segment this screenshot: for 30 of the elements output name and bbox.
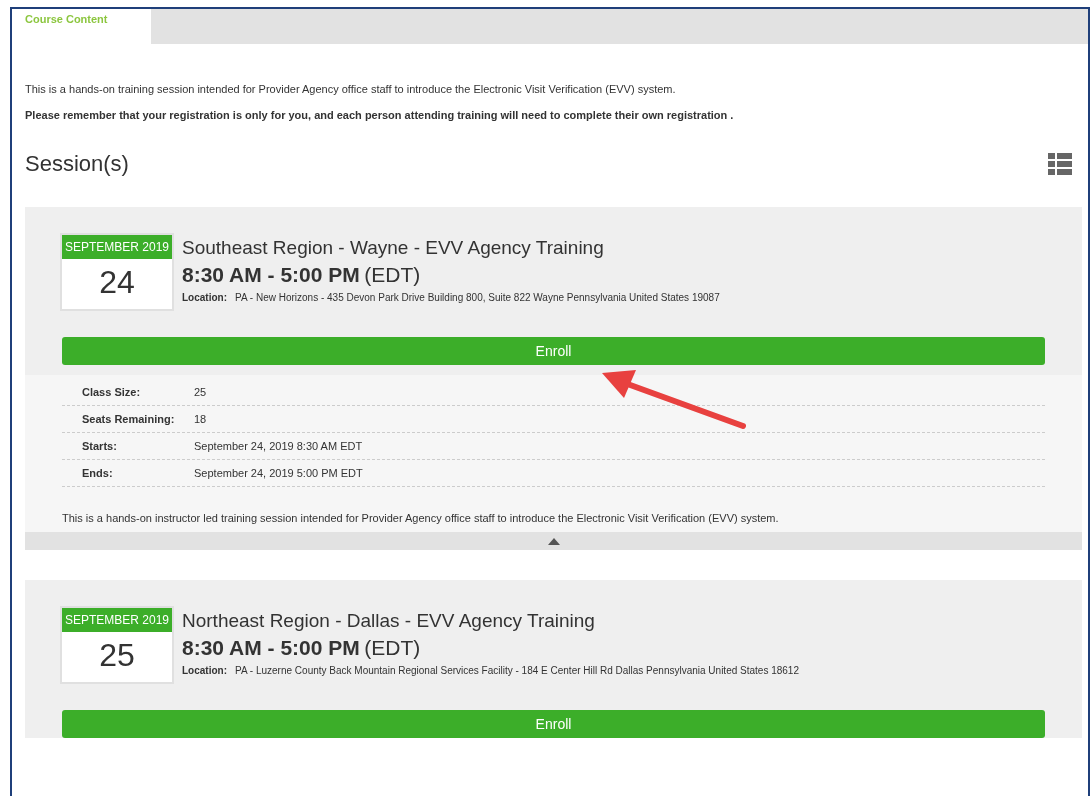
date-month: SEPTEMBER 2019 <box>62 235 172 259</box>
location-label: Location: <box>182 292 227 303</box>
location-text: PA - Luzerne County Back Mountain Regional Services Facility - 184 E Center Hill Rd Dallas Pennsylvania United States 18612 <box>235 665 799 676</box>
date-day: 25 <box>62 632 172 682</box>
detail-value: 18 <box>194 413 207 425</box>
detail-label: Starts: <box>82 440 118 452</box>
detail-label: Ends: <box>82 467 114 479</box>
time-zone: (EDT) <box>364 636 421 659</box>
time-zone: (EDT) <box>364 263 421 286</box>
detail-value: 25 <box>194 386 207 398</box>
session-title: Northeast Region - Dallas - EVV Agency Training <box>182 610 596 632</box>
detail-value: September 24, 2019 5:00 PM EDT <box>194 467 363 479</box>
date-month: SEPTEMBER 2019 <box>62 608 172 632</box>
session-description: This is a hands-on instructor led training session intended for Provider Agency office staff to introduce the Electronic Visit Verification (EVV) system. <box>62 512 780 524</box>
sessions-heading: Session(s) <box>25 151 129 177</box>
list-view-icon[interactable] <box>1048 152 1072 176</box>
enroll-button[interactable]: Enroll <box>62 710 1045 738</box>
collapse-icon <box>547 537 560 545</box>
location-text: PA - New Horizons - 435 Devon Park Drive Building 800, Suite 822 Wayne Pennsylvania United States 19087 <box>235 292 720 303</box>
session-time: 8:30 AM - 5:00 PM <box>182 636 360 659</box>
date-day: 24 <box>62 259 172 309</box>
session-time: 8:30 AM - 5:00 PM <box>182 263 360 286</box>
enroll-button[interactable]: Enroll <box>62 337 1045 365</box>
intro-text: This is a hands-on training session intended for Provider Agency office staff to introduce the Electronic Visit Verification (EVV) system. <box>25 83 677 95</box>
session-title: Southeast Region - Wayne - EVV Agency Training <box>182 237 605 259</box>
detail-value: September 24, 2019 8:30 AM EDT <box>194 440 363 452</box>
detail-label: Class Size: <box>82 386 142 398</box>
notice-text: Please remember that your registration is only for you, and each person attending training will need to complete their own registration . <box>25 109 735 121</box>
location-label: Location: <box>182 665 227 676</box>
detail-label: Seats Remaining: <box>82 413 176 425</box>
